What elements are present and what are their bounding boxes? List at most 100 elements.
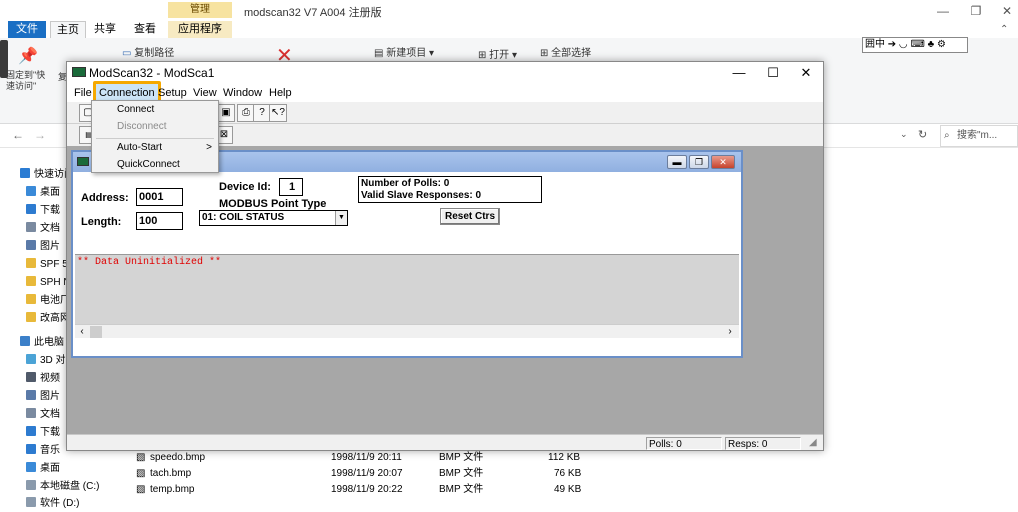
nav-documents[interactable]: 文档 <box>26 220 60 237</box>
nav-folder-sph[interactable]: SPH N <box>26 274 71 291</box>
new-item-button[interactable]: ▤ 新建项目 ▾ <box>374 44 434 59</box>
connection-dropdown-menu: Connect Disconnect Auto-Start > QuickConn… <box>91 100 219 173</box>
tab-file[interactable]: 文件 <box>8 21 46 38</box>
point-type-label: MODBUS Point Type <box>219 198 327 210</box>
open-button[interactable]: ⊞ 打开 ▾ <box>478 46 517 61</box>
file-name: tach.bmp <box>150 468 192 479</box>
length-label: Length: <box>81 216 122 228</box>
child-app-icon <box>77 157 89 166</box>
tab-share[interactable]: 共享 <box>88 21 122 38</box>
horizontal-scrollbar[interactable]: ‹ › <box>75 324 739 338</box>
ime-toolbar[interactable]: 囲中 ➔ ◡ ⌨ ♣ ⚙ <box>862 37 968 53</box>
search-input[interactable]: ⌕ 搜索"m... <box>940 125 1018 147</box>
explorer-minimize-button[interactable]: — <box>929 2 957 20</box>
reset-counters-button[interactable]: Reset Ctrs <box>440 208 500 225</box>
nav-music[interactable]: 音乐 <box>26 442 60 459</box>
child-minimize-button[interactable]: ▬ <box>667 155 687 169</box>
nav-pictures-pc[interactable]: 图片 <box>26 388 60 405</box>
modsca1-child-window: ▬ ❐ ✕ Address: 0001 Length: 100 Device I… <box>71 150 743 358</box>
file-list: ▧ speedo.bmp 1998/11/9 20:11 BMP 文件 112 … <box>130 448 1018 501</box>
nav-desktop[interactable]: 桌面 <box>26 184 60 201</box>
modscan-title: ModScan32 - ModSca1 <box>89 66 215 80</box>
context-help-icon[interactable]: ↖? <box>269 104 287 122</box>
status-resps: Resps: 0 <box>725 437 801 450</box>
save-icon[interactable]: ▣ <box>217 104 235 122</box>
valid-responses-count: Valid Slave Responses: 0 <box>361 190 482 201</box>
modscan-maximize-button[interactable]: ☐ <box>756 62 790 84</box>
file-type: BMP 文件 <box>439 468 484 479</box>
nav-local-disk-c[interactable]: 本地磁盘 (C:) <box>26 478 99 495</box>
nav-disk-d[interactable]: 软件 (D:) <box>26 495 79 512</box>
list-item[interactable]: ▧ speedo.bmp 1998/11/9 20:11 BMP 文件 112 … <box>136 450 596 466</box>
chevron-up-icon[interactable]: ⌃ <box>1000 24 1008 35</box>
device-id-label: Device Id: <box>219 181 271 193</box>
pin-quick-access-label[interactable]: 固定到"快 速访问" <box>6 70 45 92</box>
nav-downloads[interactable]: 下载 <box>26 202 60 219</box>
menu-help[interactable]: Help <box>266 84 295 102</box>
modscan-minimize-button[interactable]: — <box>722 62 756 84</box>
length-field[interactable]: 100 <box>136 212 183 230</box>
menu-item-disconnect[interactable]: Disconnect <box>92 118 218 135</box>
polls-count: Number of Polls: 0 <box>361 178 450 189</box>
file-icon: ▧ <box>136 468 146 479</box>
nav-videos[interactable]: 视频 <box>26 370 60 387</box>
chevron-down-icon[interactable]: ▼ <box>335 211 347 225</box>
explorer-close-button[interactable]: ✕ <box>993 2 1018 20</box>
forward-arrow-icon[interactable]: → <box>34 128 46 142</box>
scroll-left-icon[interactable]: ‹ <box>77 326 87 338</box>
chevron-down-icon[interactable]: ⌄ <box>900 129 908 140</box>
modscan-statusbar: Polls: 0 Resps: 0 ◢ <box>67 434 823 450</box>
file-type: BMP 文件 <box>439 452 484 463</box>
file-type: BMP 文件 <box>439 484 484 495</box>
file-name: temp.bmp <box>150 484 195 495</box>
menu-item-connect[interactable]: Connect <box>92 101 218 118</box>
device-id-field[interactable]: 1 <box>279 178 303 196</box>
resize-grip-icon[interactable]: ◢ <box>809 437 817 448</box>
file-icon: ▧ <box>136 484 146 495</box>
menu-item-quick-connect[interactable]: QuickConnect <box>92 156 218 173</box>
modscan-close-button[interactable]: ✕ <box>789 62 823 84</box>
menu-item-auto-start[interactable]: Auto-Start > <box>92 139 218 156</box>
refresh-icon[interactable]: ↻ <box>918 128 927 141</box>
explorer-window-title: modscan32 V7 A004 注册版 <box>244 7 382 19</box>
nav-desktop-pc[interactable]: 桌面 <box>26 460 60 477</box>
nav-3d-objects[interactable]: 3D 对 <box>26 352 66 369</box>
search-icon: ⌕ <box>944 130 950 141</box>
address-field[interactable]: 0001 <box>136 188 183 206</box>
tab-home[interactable]: 主页 <box>50 21 86 38</box>
nav-downloads-pc[interactable]: 下载 <box>26 424 60 441</box>
nav-documents-pc[interactable]: 文档 <box>26 406 60 423</box>
tab-view[interactable]: 查看 <box>128 21 162 38</box>
manage-label: 管理 <box>168 2 232 18</box>
modscan-titlebar[interactable]: ModScan32 - ModSca1 — ☐ ✕ <box>67 62 823 84</box>
poll-counters-box: Number of Polls: 0 Valid Slave Responses… <box>358 176 542 203</box>
pin-icon[interactable]: 📌 <box>18 46 38 66</box>
file-name: speedo.bmp <box>150 452 206 463</box>
back-arrow-icon[interactable]: ← <box>12 128 24 142</box>
scroll-right-icon[interactable]: › <box>725 326 735 338</box>
file-size: 76 KB <box>554 468 582 479</box>
scrollbar-thumb[interactable] <box>90 326 102 338</box>
copy-path-button[interactable]: ▭ 复制路径 <box>122 44 174 59</box>
nav-folder-gaigaowang[interactable]: 改高网 <box>26 310 70 327</box>
file-size: 49 KB <box>554 484 582 495</box>
menu-window[interactable]: Window <box>220 84 265 102</box>
nav-folder-battery[interactable]: 电池厂 <box>26 292 70 309</box>
address-label: Address: <box>81 192 129 204</box>
tab-app-tools[interactable]: 应用程序工具 <box>168 21 232 52</box>
nav-this-pc[interactable]: 此电脑 <box>20 334 64 351</box>
explorer-maximize-button[interactable]: ❐ <box>962 2 990 20</box>
point-type-select[interactable]: 01: COIL STATUS ▼ <box>199 210 348 226</box>
list-item[interactable]: ▧ tach.bmp 1998/11/9 20:07 BMP 文件 76 KB <box>136 466 596 482</box>
submenu-arrow-icon: > <box>206 142 212 153</box>
explorer-titlebar <box>0 0 1018 22</box>
child-close-button[interactable]: ✕ <box>711 155 735 169</box>
nav-pictures[interactable]: 图片 <box>26 238 60 255</box>
child-restore-button[interactable]: ❐ <box>689 155 709 169</box>
data-display-area: ** Data Uninitialized ** <box>75 254 739 324</box>
file-date: 1998/11/9 20:22 <box>331 484 403 495</box>
list-item[interactable]: ▧ temp.bmp 1998/11/9 20:22 BMP 文件 49 KB <box>136 482 596 498</box>
select-all-button[interactable]: ⊞ 全部选择 <box>540 44 591 59</box>
nav-folder-spf[interactable]: SPF 5 <box>26 256 68 273</box>
modscan-client-area: ▬ ❐ ✕ Address: 0001 Length: 100 Device I… <box>67 146 823 434</box>
